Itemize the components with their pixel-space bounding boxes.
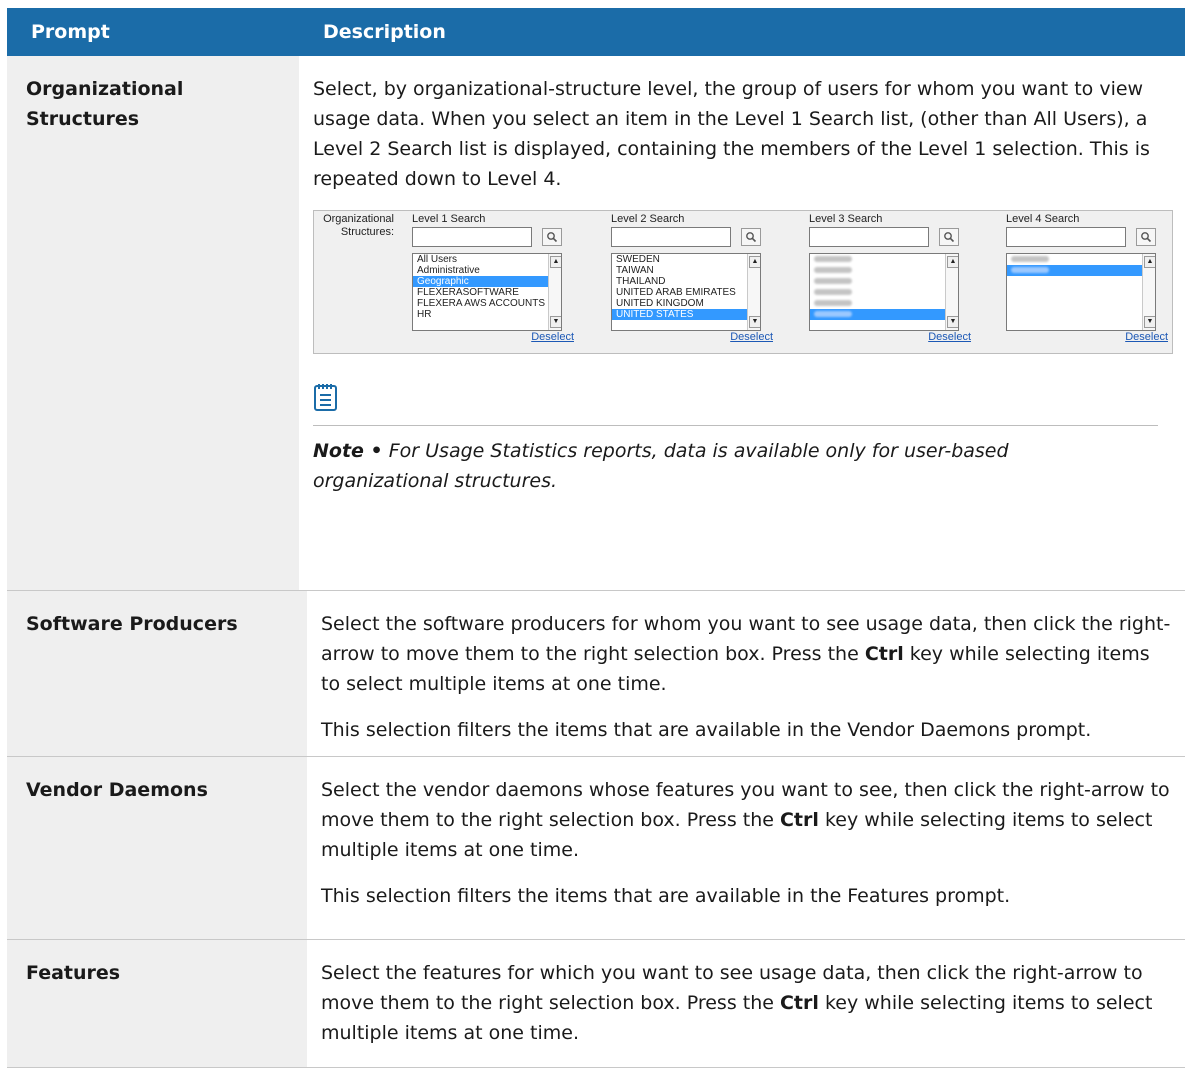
search-icon — [547, 232, 558, 243]
search-icon — [1141, 232, 1152, 243]
search-button[interactable] — [542, 228, 562, 246]
search-icon — [746, 232, 757, 243]
list-item-redacted[interactable] — [810, 287, 958, 298]
list-item-redacted[interactable] — [810, 265, 958, 276]
list-item-redacted[interactable] — [810, 254, 958, 265]
list-item-redacted[interactable] — [810, 298, 958, 309]
list-item[interactable]: FLEXERASOFTWARE — [413, 287, 561, 298]
prompt-description: Select the software producers for whom y… — [307, 591, 1185, 756]
prompt-description: Select, by organizational-structure leve… — [299, 56, 1185, 590]
scroll-up-icon[interactable]: ▲ — [749, 256, 760, 268]
ctrl-key: Ctrl — [779, 809, 819, 831]
listbox-scrollbar[interactable]: ▲ ▼ — [747, 254, 760, 330]
list-item[interactable]: All Users — [413, 254, 561, 265]
table-row: Vendor Daemons Select the vendor daemons… — [7, 757, 1185, 940]
prompt-description: Select the vendor daemons whose features… — [307, 757, 1185, 939]
table-header: Prompt Description — [7, 8, 1185, 56]
screenshot-caption: Organizational Structures: — [323, 213, 394, 238]
level-label: Level 4 Search — [1006, 213, 1080, 225]
level-search-input[interactable] — [809, 227, 929, 247]
list-item-selected[interactable]: UNITED STATES — [612, 309, 760, 320]
search-button[interactable] — [1136, 228, 1156, 246]
list-item[interactable]: TAIWAN — [612, 265, 760, 276]
scroll-down-icon[interactable]: ▼ — [1144, 316, 1155, 328]
deselect-link[interactable]: Deselect — [1006, 331, 1168, 343]
list-item-redacted[interactable] — [810, 276, 958, 287]
prompt-name: Organizational Structures — [7, 56, 299, 590]
search-icon — [944, 232, 955, 243]
list-item-selected[interactable] — [810, 309, 958, 320]
level-label: Level 1 Search — [412, 213, 486, 225]
list-item[interactable]: UNITED KINGDOM — [612, 298, 760, 309]
list-item[interactable]: Administrative — [413, 265, 561, 276]
description-text: Select the software producers for whom y… — [321, 609, 1173, 699]
note-block: Note • For Usage Statistics reports, dat… — [313, 382, 1173, 496]
level-listbox[interactable]: All Users Administrative Geographic FLEX… — [412, 253, 562, 331]
table-row: Organizational Structures Select, by org… — [7, 56, 1185, 591]
ctrl-key: Ctrl — [864, 643, 904, 665]
note-divider — [313, 425, 1158, 426]
list-item[interactable]: FLEXERA AWS ACCOUNTS 1 — [413, 298, 561, 309]
note-body: For Usage Statistics reports, data is av… — [313, 440, 1009, 492]
description-text: This selection filters the items that ar… — [321, 719, 1092, 741]
table-row: Features Select the features for which y… — [7, 940, 1185, 1068]
prompt-name: Software Producers — [7, 591, 307, 756]
scroll-up-icon[interactable]: ▲ — [947, 256, 958, 268]
note-text: Note • For Usage Statistics reports, dat… — [313, 436, 1033, 496]
list-item[interactable]: HR — [413, 309, 561, 320]
description-text: This selection filters the items that ar… — [321, 885, 1011, 907]
scroll-up-icon[interactable]: ▲ — [1144, 256, 1155, 268]
scroll-down-icon[interactable]: ▼ — [947, 316, 958, 328]
level-1-panel: Level 1 Search All Users Administrative … — [412, 213, 578, 343]
level-3-panel: Level 3 Search ▲ ▼ Deselect — [809, 213, 975, 343]
list-item-selected[interactable]: Geographic — [413, 276, 561, 287]
listbox-scrollbar[interactable]: ▲ ▼ — [945, 254, 958, 330]
level-label: Level 2 Search — [611, 213, 685, 225]
deselect-link[interactable]: Deselect — [611, 331, 773, 343]
level-search-input[interactable] — [1006, 227, 1126, 247]
level-search-input[interactable] — [611, 227, 731, 247]
level-2-panel: Level 2 Search SWEDEN TAIWAN THAILAND UN… — [611, 213, 777, 343]
list-item-redacted[interactable] — [1007, 254, 1155, 265]
prompt-description: Select the features for which you want t… — [307, 940, 1185, 1067]
header-prompt: Prompt — [31, 21, 110, 43]
note-icon — [314, 384, 337, 411]
list-item[interactable]: SWEDEN — [612, 254, 760, 265]
level-search-input[interactable] — [412, 227, 532, 247]
level-listbox[interactable]: ▲ ▼ — [809, 253, 959, 331]
description-text: Select, by organizational-structure leve… — [313, 78, 1150, 190]
listbox-scrollbar[interactable]: ▲ ▼ — [1142, 254, 1155, 330]
deselect-link[interactable]: Deselect — [809, 331, 971, 343]
scroll-down-icon[interactable]: ▼ — [550, 316, 561, 328]
prompt-table: Prompt Description Organizational Struct… — [7, 8, 1185, 1068]
description-text: Select the features for which you want t… — [321, 958, 1173, 1048]
scroll-down-icon[interactable]: ▼ — [749, 316, 760, 328]
deselect-link[interactable]: Deselect — [412, 331, 574, 343]
search-button[interactable] — [741, 228, 761, 246]
table-row: Software Producers Select the software p… — [7, 591, 1185, 757]
search-button[interactable] — [939, 228, 959, 246]
scroll-up-icon[interactable]: ▲ — [550, 256, 561, 268]
listbox-scrollbar[interactable]: ▲ ▼ — [548, 254, 561, 330]
note-label: Note • — [313, 440, 383, 462]
level-label: Level 3 Search — [809, 213, 883, 225]
level-listbox[interactable]: SWEDEN TAIWAN THAILAND UNITED ARAB EMIRA… — [611, 253, 761, 331]
prompt-name: Vendor Daemons — [7, 757, 307, 939]
level-listbox[interactable]: ▲ ▼ — [1006, 253, 1156, 331]
level-4-panel: Level 4 Search ▲ ▼ Deselect — [1006, 213, 1172, 343]
ctrl-key: Ctrl — [779, 992, 819, 1014]
prompt-name: Features — [7, 940, 307, 1067]
list-item[interactable]: THAILAND — [612, 276, 760, 287]
description-text: Select the vendor daemons whose features… — [321, 775, 1173, 865]
list-item[interactable]: UNITED ARAB EMIRATES — [612, 287, 760, 298]
org-structures-screenshot: Organizational Structures: Level 1 Searc… — [313, 210, 1173, 354]
list-item-selected[interactable] — [1007, 265, 1155, 276]
header-description: Description — [323, 21, 446, 43]
